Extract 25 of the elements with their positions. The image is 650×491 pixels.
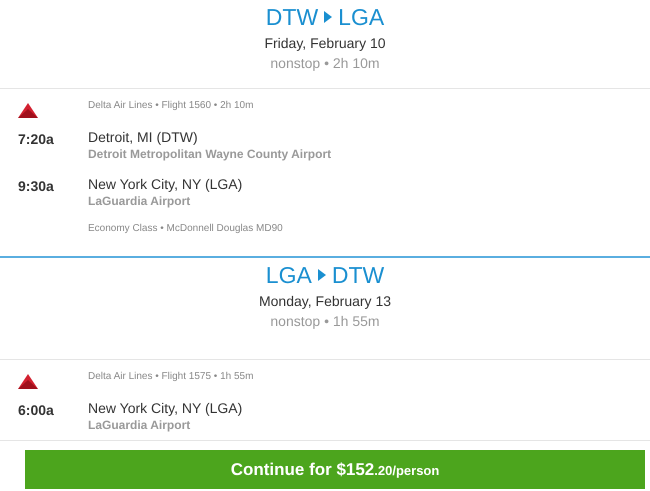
city-name: Detroit, MI (DTW) bbox=[88, 128, 199, 146]
flight-info: Delta Air Lines • Flight 1560 • 2h 10m bbox=[88, 99, 254, 113]
airport-code: LGA bbox=[266, 261, 312, 289]
arrow-icon bbox=[324, 11, 332, 23]
airport-code: DTW bbox=[332, 261, 384, 289]
leg-summary: nonstop • 1h 55m bbox=[269, 312, 381, 331]
city-name: New York City, NY (LGA) bbox=[88, 399, 242, 417]
city-name: New York City, NY (LGA) bbox=[88, 175, 242, 193]
arrow-icon bbox=[318, 269, 326, 281]
triangle-logo-icon bbox=[18, 102, 38, 119]
airport-code: LGA bbox=[338, 3, 384, 31]
airport-name: LaGuardia Airport bbox=[88, 417, 192, 433]
flight-info: Delta Air Lines • Flight 1575 • 1h 55m bbox=[88, 370, 254, 384]
continue-button[interactable]: Continue for $152.20/person bbox=[25, 450, 645, 489]
airport-name: Detroit Metropolitan Wayne County Airport bbox=[88, 146, 332, 162]
departure-time: 6:00a bbox=[18, 402, 54, 418]
leg-summary: nonstop • 2h 10m bbox=[269, 54, 381, 73]
airport-code: DTW bbox=[266, 3, 318, 31]
triangle-logo-icon bbox=[18, 374, 38, 390]
airport-name: LaGuardia Airport bbox=[88, 193, 192, 209]
leg-date: Monday, February 13 bbox=[258, 292, 392, 311]
flight-details: Economy Class • McDonnell Douglas MD90 bbox=[88, 222, 283, 236]
departure-time: 7:20a bbox=[18, 131, 54, 147]
departure-time: 9:30a bbox=[18, 178, 54, 194]
leg-date: Friday, February 10 bbox=[263, 34, 387, 53]
